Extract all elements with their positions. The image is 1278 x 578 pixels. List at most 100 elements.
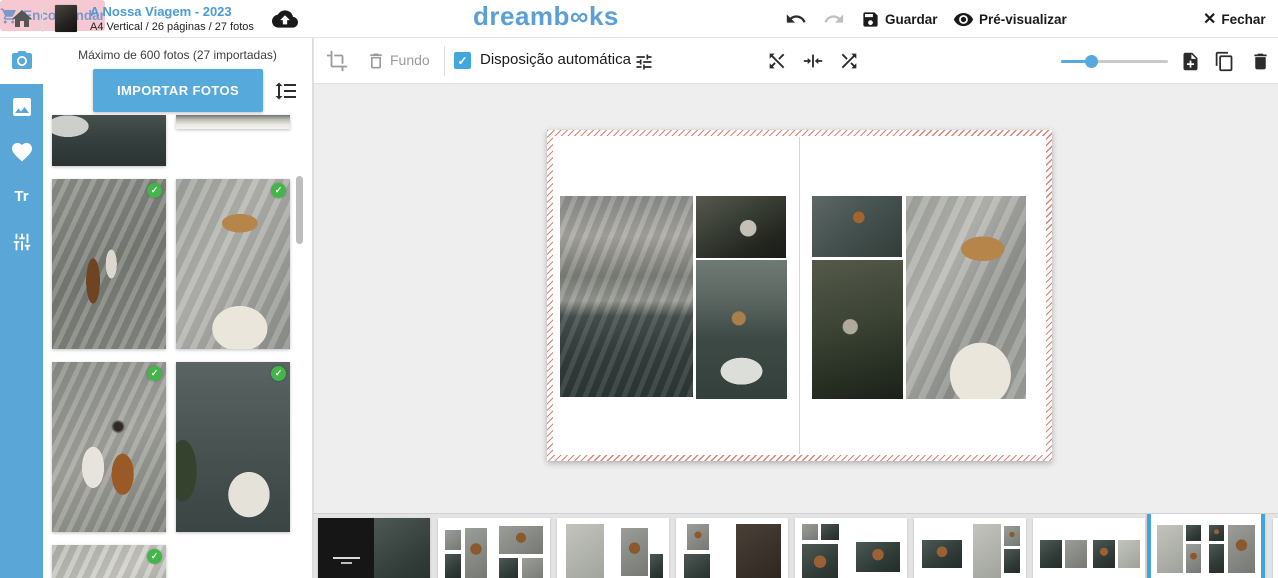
cloud-upload-icon[interactable] — [272, 6, 298, 32]
logo-text-pre: dreamb — [473, 1, 570, 31]
check-icon: ✓ — [147, 366, 162, 381]
app: A Nossa Viagem - 2023 A4 Vertical / 26 p… — [0, 0, 1278, 578]
sidebar-item-text[interactable]: Tr — [0, 174, 43, 219]
spread-photo-climber[interactable] — [812, 196, 902, 257]
close-label: Fechar — [1221, 12, 1265, 27]
filmstrip-page-7-selected[interactable] — [1147, 513, 1265, 578]
auto-layout-label[interactable]: Disposição automática — [480, 51, 631, 68]
book-title: A Nossa Viagem - 2023 — [90, 4, 254, 20]
cover-title-line — [333, 557, 360, 559]
panel-scrollbar[interactable] — [296, 176, 303, 244]
sort-icon — [274, 79, 298, 103]
panel-photo-rock-detail[interactable]: ✓ — [52, 545, 166, 578]
preview-button[interactable]: Pré-visualizar — [953, 0, 1067, 38]
redo-button[interactable] — [822, 0, 846, 38]
panel-photo-partial[interactable] — [176, 115, 290, 129]
panel-photo-selfie-couple[interactable]: ✓ — [52, 362, 166, 532]
book-subtitle: A4 Vertical / 26 páginas / 27 fotos — [90, 21, 254, 34]
sidebar: Tr — [0, 38, 43, 578]
zoom-slider-knob[interactable] — [1085, 55, 1098, 68]
undo-button[interactable] — [784, 0, 808, 38]
crop-button[interactable] — [326, 50, 348, 72]
check-icon: ✓ — [457, 54, 467, 68]
swap-pages-button[interactable] — [766, 50, 788, 72]
add-page-icon — [1180, 51, 1202, 72]
shuffle-layout-button[interactable] — [838, 50, 860, 72]
check-icon: ✓ — [147, 183, 162, 198]
collapse-horizontal-icon — [802, 50, 824, 72]
dreambooks-logo: dreamb∞ks — [473, 1, 619, 32]
toolbar-divider — [444, 46, 445, 76]
zoom-slider[interactable] — [1061, 50, 1168, 72]
spread-photo-cave-woman[interactable] — [696, 196, 786, 258]
sidebar-item-layouts[interactable] — [0, 84, 43, 129]
filmstrip-page-2[interactable] — [557, 518, 669, 578]
background-button[interactable] — [366, 50, 388, 72]
filmstrip-page-8-partial[interactable] — [1273, 518, 1278, 578]
delete-page-icon — [1250, 51, 1272, 72]
main-area: Fundo ✓ Disposição automática — [313, 38, 1278, 578]
trash-icon — [366, 51, 388, 71]
auto-layout-options-button[interactable] — [634, 51, 656, 73]
close-icon: ✕ — [1203, 9, 1216, 29]
filmstrip-page-4[interactable] — [795, 518, 907, 578]
delete-page-button[interactable] — [1250, 50, 1272, 72]
filmstrip-page-cover[interactable] — [318, 518, 430, 578]
redo-icon — [823, 8, 845, 30]
preview-label: Pré-visualizar — [979, 12, 1067, 27]
eye-icon — [953, 9, 974, 30]
add-page-button[interactable] — [1180, 50, 1202, 72]
page-filmstrip — [313, 513, 1278, 578]
photo-limit-text: Máximo de 600 fotos (27 importadas) — [43, 48, 312, 62]
check-icon: ✓ — [271, 183, 286, 198]
panel-photo-boat-water[interactable] — [52, 115, 166, 166]
duplicate-page-icon — [1214, 51, 1236, 72]
filmstrip-page-5[interactable] — [914, 518, 1026, 578]
tune-icon — [634, 52, 656, 72]
import-photos-button[interactable]: IMPORTAR FOTOS — [93, 69, 263, 112]
spread-photo-rowboat[interactable] — [696, 260, 787, 399]
save-button[interactable]: Guardar — [861, 0, 938, 38]
topbar: A Nossa Viagem - 2023 A4 Vertical / 26 p… — [0, 0, 1278, 38]
check-icon: ✓ — [147, 549, 162, 564]
close-button[interactable]: ✕ Fechar — [1203, 0, 1266, 38]
collapse-horizontal-button[interactable] — [802, 50, 824, 72]
sidebar-item-settings[interactable] — [0, 219, 43, 264]
filmstrip-page-1[interactable] — [438, 518, 550, 578]
spread-photo-bridge-couple[interactable] — [812, 260, 903, 399]
page-split-line — [799, 137, 800, 454]
spread-photo-hat-portrait[interactable] — [906, 196, 1026, 399]
sidebar-item-photos[interactable] — [0, 38, 43, 84]
spread-photo-cliff-lake[interactable] — [560, 196, 693, 397]
heart-icon — [10, 140, 34, 164]
canvas — [313, 84, 1278, 513]
panel-photo-lake-woman[interactable]: ✓ — [176, 362, 290, 532]
sliders-icon — [11, 231, 33, 253]
auto-layout-checkbox[interactable]: ✓ — [454, 52, 471, 69]
background-label[interactable]: Fundo — [390, 52, 430, 68]
crop-icon — [326, 50, 348, 72]
check-icon: ✓ — [271, 366, 286, 381]
home-button[interactable] — [10, 7, 34, 31]
undo-icon — [785, 8, 807, 30]
book-title-block: A Nossa Viagem - 2023 A4 Vertical / 26 p… — [90, 4, 254, 34]
panel-photo-man-rock[interactable]: ✓ — [52, 179, 166, 349]
sidebar-item-favorites[interactable] — [0, 129, 43, 174]
swap-pages-icon — [766, 50, 788, 72]
topbar-divider — [42, 6, 43, 32]
save-label: Guardar — [885, 12, 938, 27]
infinity-icon: ∞ — [570, 1, 589, 31]
home-icon — [10, 7, 34, 31]
cover-subtitle-line — [341, 562, 352, 564]
book-spread — [547, 130, 1052, 461]
sort-order-button[interactable] — [274, 79, 298, 103]
image-icon — [10, 95, 34, 119]
shuffle-icon — [838, 50, 860, 72]
photo-panel: Máximo de 600 fotos (27 importadas) IMPO… — [43, 38, 313, 578]
filmstrip-page-6[interactable] — [1033, 518, 1145, 578]
cover-front — [318, 518, 374, 578]
panel-photo-hat-woman[interactable]: ✓ — [176, 179, 290, 349]
save-icon — [861, 10, 880, 29]
duplicate-page-button[interactable] — [1214, 50, 1236, 72]
filmstrip-page-3[interactable] — [676, 518, 788, 578]
